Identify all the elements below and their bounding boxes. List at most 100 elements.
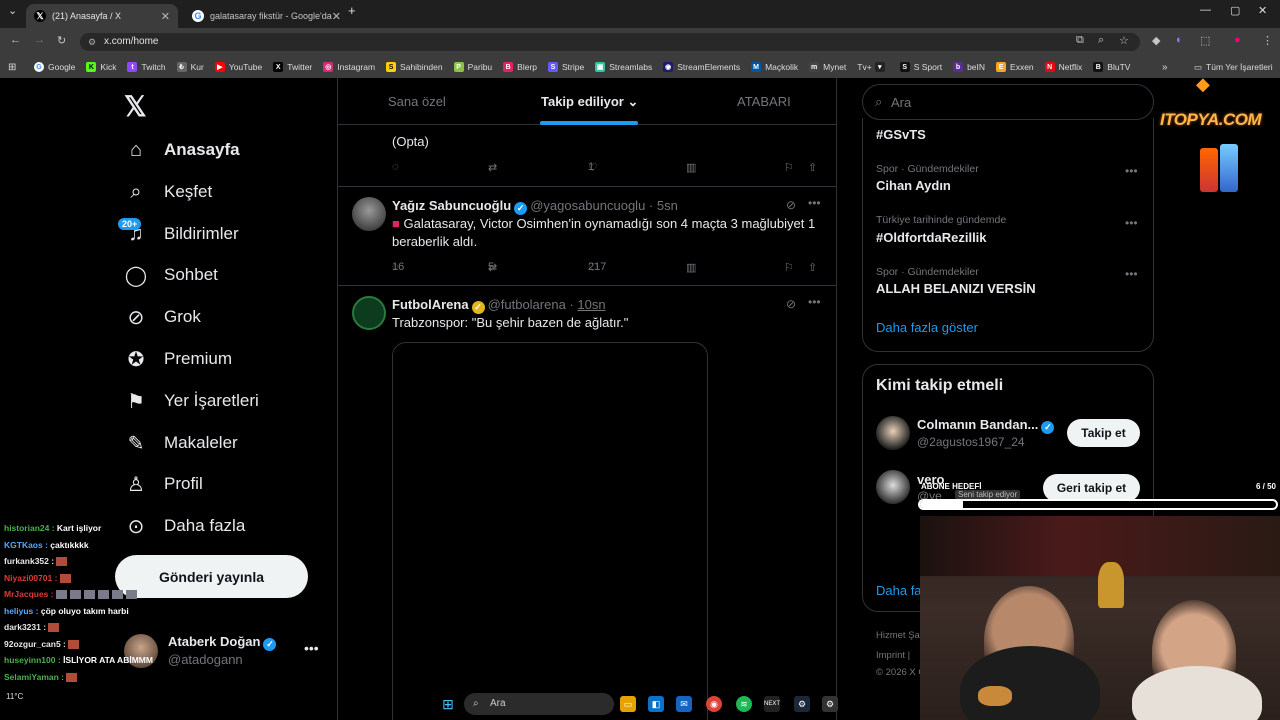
nav-premium[interactable]: ✪ Premium (124, 344, 232, 374)
more-bookmarks-icon[interactable]: » (1162, 62, 1168, 73)
settings-icon[interactable]: ⚙ (822, 696, 838, 712)
extensions-puzzle-icon[interactable]: ⬚ (1200, 34, 1210, 47)
nav-explore[interactable]: ⌕ Keşfet (124, 177, 212, 207)
more-dots-icon[interactable]: ••• (1125, 267, 1138, 281)
bookmark-mynet[interactable]: m Mynet (809, 62, 846, 72)
bookmark-twitter[interactable]: X Twitter (273, 62, 312, 72)
forward-icon[interactable]: → (34, 34, 45, 46)
bookmark-icon[interactable]: ⚐ (784, 261, 794, 274)
bookmark-star-icon[interactable]: ☆ (1119, 34, 1129, 47)
bookmark-mackolik[interactable]: M Maçkolik (751, 62, 798, 72)
trend-name[interactable]: Cihan Aydın (876, 178, 951, 193)
avatar[interactable] (352, 197, 386, 231)
bookmark-paribu[interactable]: P Paribu (453, 62, 492, 72)
nav-notifications[interactable]: ♫ Bildirimler (124, 219, 239, 249)
reply-icon[interactable]: ◌ (392, 161, 399, 173)
tweet-author[interactable]: FutbolArena ✓ @futbolarena · 10sn (392, 297, 606, 314)
bookmark-sahibinden[interactable]: S Sahibinden (386, 62, 443, 72)
bookmark-blutv[interactable]: B BluTV (1093, 62, 1130, 72)
windows-start-icon[interactable]: ⊞ (440, 696, 456, 712)
more-dots-icon[interactable]: ••• (1125, 164, 1138, 178)
bookmark-kick[interactable]: K Kick (86, 62, 116, 72)
views-icon[interactable]: ▥ (686, 161, 696, 174)
reload-icon[interactable]: ↻ (57, 34, 66, 47)
install-app-icon[interactable]: ⧉ (1076, 34, 1084, 47)
bookmark-bein[interactable]: b beIN (953, 62, 985, 72)
bookmark-streamelements[interactable]: ◉ StreamElements (663, 62, 740, 72)
tab-atabari[interactable]: ATABARI (737, 94, 791, 109)
tab-x-home[interactable]: 𝕏 (21) Anasayfa / X ✕ (26, 4, 178, 28)
address-bar[interactable]: ⚙ x.com/home (80, 33, 1140, 51)
bookmark-ssport[interactable]: SS Sport (899, 62, 942, 72)
close-window-icon[interactable]: ✕ (1258, 4, 1267, 17)
bookmark-twitch[interactable]: t Twitch (127, 62, 166, 72)
avatar[interactable] (352, 296, 386, 330)
grok-icon[interactable]: ⊘ (786, 297, 796, 311)
bookmark-streamlabs[interactable]: ▣ Streamlabs (595, 62, 652, 72)
trend-name[interactable]: #GSvTS (876, 127, 926, 142)
show-more-link[interactable]: Daha fa (876, 583, 922, 598)
chrome-icon[interactable]: ◉ (706, 696, 722, 712)
bookmark-instagram[interactable]: ◎ Instagram (323, 62, 375, 72)
apps-grid-icon[interactable]: ⊞ (8, 62, 16, 73)
more-dots-icon[interactable]: ••• (304, 640, 319, 656)
views-icon[interactable]: ▥ (686, 261, 696, 274)
store-icon[interactable]: ◧ (648, 696, 664, 712)
close-tab-icon[interactable]: ✕ (161, 10, 170, 23)
steam-icon[interactable]: ⚙ (794, 696, 810, 712)
more-dots-icon[interactable]: ••• (808, 295, 821, 309)
tab-search-icon[interactable]: ⌄ (8, 4, 17, 17)
follow-button[interactable]: Takip et (1067, 419, 1140, 447)
extension-icon[interactable]: ◐ (1176, 34, 1183, 46)
file-explorer-icon[interactable]: ▭ (620, 696, 636, 712)
footer-link[interactable]: Imprint | (876, 650, 910, 661)
bookmark-google[interactable]: G Google (34, 62, 75, 72)
retweet-icon[interactable]: ⇄ (488, 161, 497, 174)
grok-icon[interactable]: ⊘ (786, 198, 796, 212)
extension-icon[interactable]: ◆ (1152, 34, 1160, 47)
tab-for-you[interactable]: Sana özel (388, 94, 446, 109)
tweet-author[interactable]: Yağız Sabuncuoğlu ✓ @yagosabuncuoglu · 5sn (392, 198, 678, 215)
weather-widget[interactable]: 11°C (6, 692, 23, 701)
avatar[interactable] (876, 470, 910, 504)
restore-icon[interactable]: ▢ (1230, 4, 1240, 17)
next-app-icon[interactable]: NEXT (764, 696, 780, 712)
nav-messages[interactable]: ◯ Sohbet (124, 260, 218, 290)
nav-articles[interactable]: ✎ Makaleler (124, 428, 238, 458)
bookmark-netflix[interactable]: N Netflix (1044, 62, 1082, 72)
close-tab-icon[interactable]: ✕ (332, 10, 340, 23)
nav-profile[interactable]: ♙ Profil (124, 469, 203, 499)
bookmark-icon[interactable]: ⚐ (784, 161, 794, 174)
trend-name[interactable]: ALLAH BELANIZI VERSİN (876, 281, 1036, 296)
tab-google-search[interactable]: G galatasaray fikstür - Google'da ✕ (184, 4, 340, 28)
zoom-icon[interactable]: ⌕ (1098, 34, 1104, 47)
share-icon[interactable]: ⇧ (808, 261, 817, 274)
search-input[interactable]: ⌕ Ara (862, 84, 1154, 120)
tab-following[interactable]: Takip ediliyor ⌄ (541, 94, 638, 110)
bookmark-blerp[interactable]: B Blerp (503, 62, 537, 72)
new-tab-icon[interactable]: + (348, 3, 356, 18)
share-icon[interactable]: ⇧ (808, 161, 817, 174)
back-icon[interactable]: ← (10, 34, 21, 46)
bookmark-youtube[interactable]: ▶ YouTube (214, 62, 262, 72)
outlook-icon[interactable]: ✉ (676, 696, 692, 712)
bookmark-stripe[interactable]: S Stripe (548, 62, 584, 72)
spotify-icon[interactable]: ≋ (736, 696, 752, 712)
nav-home[interactable]: ⌂ Anasayfa (124, 135, 240, 165)
bookmark-tvplus[interactable]: Tv+ ▾ (857, 62, 888, 72)
footer-link[interactable]: Hizmet Şar (876, 630, 923, 641)
bookmark-kur[interactable]: ₺ Kur (176, 62, 204, 72)
show-more-link[interactable]: Daha fazla göster (876, 320, 978, 335)
all-bookmarks-folder[interactable]: ▭ Tüm Yer İşaretleri (1194, 62, 1273, 73)
site-info-icon[interactable]: ⚙ (88, 33, 96, 51)
avatar[interactable] (876, 416, 910, 450)
more-dots-icon[interactable]: ••• (1125, 216, 1138, 230)
minimize-icon[interactable]: — (1200, 4, 1211, 16)
bookmark-exxen[interactable]: E Exxen (996, 62, 1034, 72)
more-dots-icon[interactable]: ••• (808, 196, 821, 210)
trend-name[interactable]: #OldfortdaRezillik (876, 230, 987, 245)
nav-bookmarks[interactable]: ⚑ Yer İşaretleri (124, 386, 259, 416)
tweet-media[interactable] (392, 342, 708, 720)
suggestion-name[interactable]: Colmanın Bandan... ✓ (917, 417, 1057, 434)
menu-kebab-icon[interactable]: ⋮ (1262, 34, 1273, 47)
